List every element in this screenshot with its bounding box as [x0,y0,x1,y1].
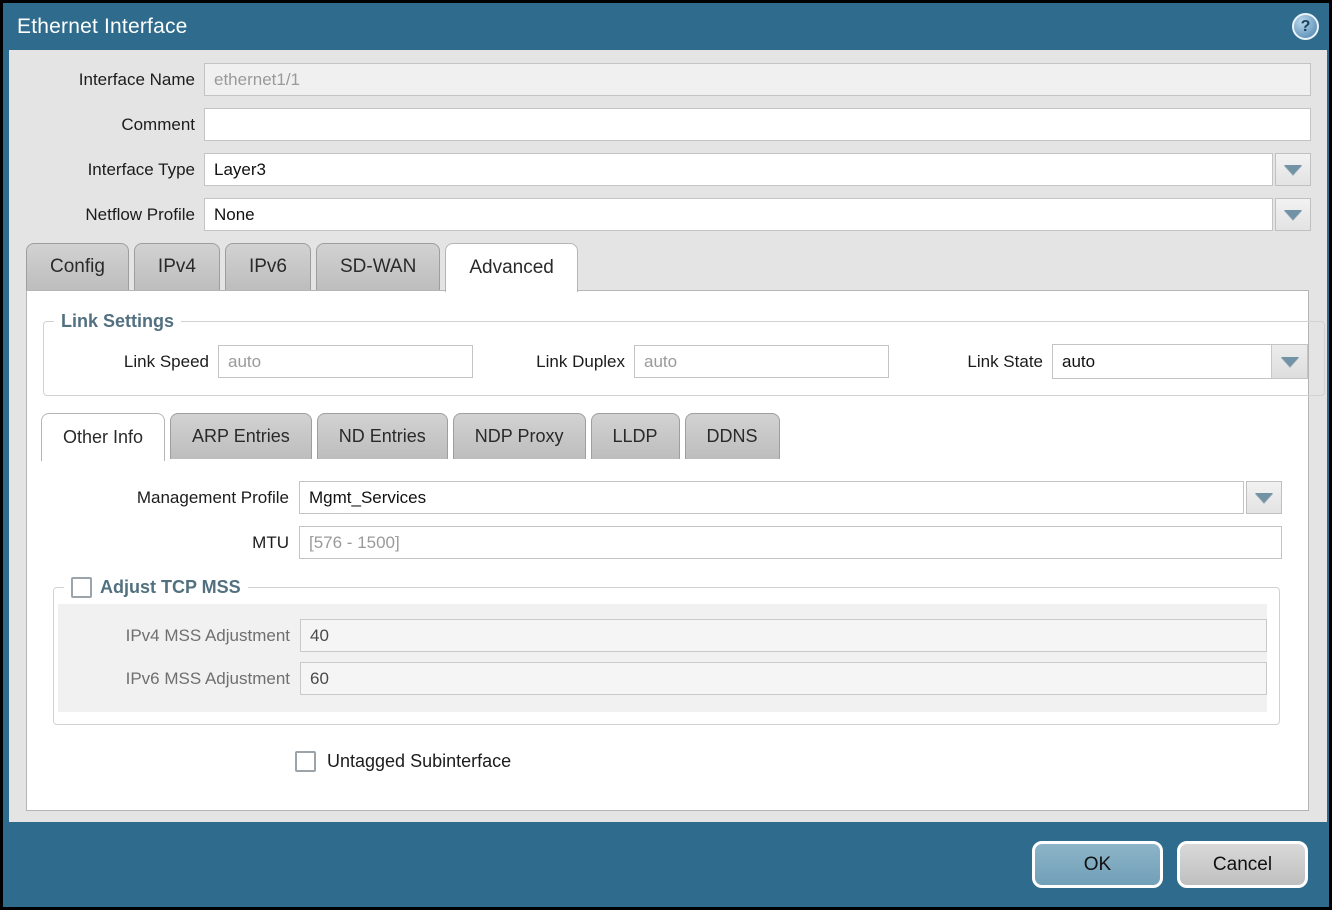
dialog-body: Interface Name Comment Interface Type Ne… [9,50,1327,822]
tab-config[interactable]: Config [26,243,129,290]
ipv6-mss-row: IPv6 MSS Adjustment [58,657,1267,700]
link-state-value: auto [1053,345,1271,378]
mtu-row: MTU [27,526,1282,559]
chevron-down-icon [1281,357,1299,367]
tab-arp-entries[interactable]: ARP Entries [170,413,312,459]
adjust-tcp-mss-checkbox[interactable] [71,577,92,598]
link-duplex-label: Link Duplex [518,352,625,372]
interface-type-field[interactable] [204,153,1273,186]
cancel-button[interactable]: Cancel [1177,841,1308,888]
interface-name-row: Interface Name [9,63,1311,96]
ipv6-mss-field [300,662,1267,695]
ipv4-mss-row: IPv4 MSS Adjustment [58,614,1267,657]
netflow-profile-dropdown-button[interactable] [1275,198,1311,231]
management-profile-field[interactable] [299,481,1244,514]
link-settings-fieldset: Link Settings Link Speed Link Duplex Lin… [43,311,1325,396]
ipv4-mss-field [300,619,1267,652]
help-icon[interactable]: ? [1292,13,1319,40]
tab-lldp[interactable]: LLDP [591,413,680,459]
netflow-profile-row: Netflow Profile [9,198,1311,231]
screen: Ethernet Interface ? Interface Name Comm… [0,0,1332,910]
advanced-tab-panel: Link Settings Link Speed Link Duplex Lin… [26,290,1309,811]
ipv6-mss-label: IPv6 MSS Adjustment [58,669,290,689]
sub-tab-bar: Other Info ARP Entries ND Entries NDP Pr… [41,413,1308,459]
tab-ipv6[interactable]: IPv6 [225,243,311,290]
ok-button[interactable]: OK [1032,841,1163,888]
untagged-subinterface-checkbox[interactable] [295,751,316,772]
untagged-subinterface-row: Untagged Subinterface [295,751,1308,772]
ethernet-interface-dialog: Ethernet Interface ? Interface Name Comm… [3,3,1329,907]
interface-name-field [204,63,1311,96]
link-speed-field[interactable] [218,345,473,378]
link-settings-legend: Link Settings [54,311,181,332]
netflow-profile-field[interactable] [204,198,1273,231]
dialog-footer: OK Cancel [3,822,1329,907]
ipv4-mss-label: IPv4 MSS Adjustment [58,626,290,646]
tab-sd-wan[interactable]: SD-WAN [316,243,440,290]
dialog-title: Ethernet Interface [17,15,188,39]
adjust-tcp-mss-fieldset: Adjust TCP MSS IPv4 MSS Adjustment IPv6 … [53,577,1280,725]
main-tab-bar: Config IPv4 IPv6 SD-WAN Advanced [26,243,1311,290]
comment-row: Comment [9,108,1311,141]
tab-ndp-proxy[interactable]: NDP Proxy [453,413,586,459]
chevron-down-icon [1284,210,1302,220]
interface-name-label: Interface Name [9,70,195,90]
tab-advanced[interactable]: Advanced [445,243,578,292]
link-state-label: Link State [951,352,1043,372]
chevron-down-icon [1255,493,1273,503]
comment-label: Comment [9,115,195,135]
tab-nd-entries[interactable]: ND Entries [317,413,448,459]
management-profile-label: Management Profile [27,488,289,508]
link-settings-row: Link Speed Link Duplex Link State auto [44,336,1324,379]
link-speed-label: Link Speed [44,352,209,372]
mtu-field[interactable] [299,526,1282,559]
link-state-dropdown[interactable]: auto [1052,344,1308,379]
management-profile-dropdown-button[interactable] [1246,481,1282,514]
interface-type-row: Interface Type [9,153,1311,186]
adjust-tcp-mss-legend-text: Adjust TCP MSS [100,577,241,598]
dialog-titlebar: Ethernet Interface ? [3,3,1329,50]
management-profile-row: Management Profile [27,481,1282,514]
tab-ipv4[interactable]: IPv4 [134,243,220,290]
mss-disabled-panel: IPv4 MSS Adjustment IPv6 MSS Adjustment [58,604,1267,712]
interface-type-label: Interface Type [9,160,195,180]
tab-ddns[interactable]: DDNS [685,413,780,459]
interface-type-dropdown-button[interactable] [1275,153,1311,186]
tab-other-info[interactable]: Other Info [41,413,165,461]
untagged-subinterface-label: Untagged Subinterface [327,751,511,772]
comment-field[interactable] [204,108,1311,141]
chevron-down-icon [1284,165,1302,175]
link-state-dropdown-button[interactable] [1271,345,1307,378]
mtu-label: MTU [27,533,289,553]
link-duplex-field[interactable] [634,345,889,378]
adjust-tcp-mss-legend: Adjust TCP MSS [64,577,248,598]
netflow-profile-label: Netflow Profile [9,205,195,225]
